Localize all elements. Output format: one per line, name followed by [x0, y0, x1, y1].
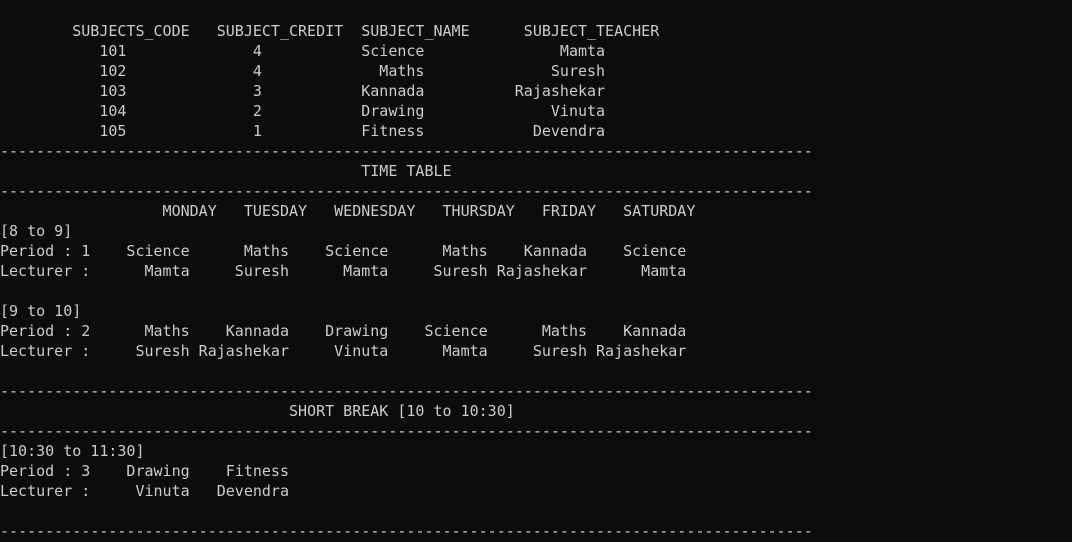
subjects-table-header: SUBJECTS_CODE SUBJECT_CREDIT SUBJECT_NAM… — [0, 22, 660, 40]
weekday-header: MONDAY TUESDAY WEDNESDAY THURSDAY FRIDAY… — [0, 202, 696, 220]
subject-row-101: 101 4 Science Mamta — [0, 42, 606, 60]
period-2-lecturers: Lecturer : Suresh Rajashekar Vinuta Mamt… — [0, 342, 687, 360]
divider: ----------------------------------------… — [0, 422, 813, 440]
period-3-subjects: Period : 3 Drawing Fitness — [0, 462, 289, 480]
slot-time: [10:30 to 11:30] — [0, 442, 145, 460]
subject-row-104: 104 2 Drawing Vinuta — [0, 102, 606, 120]
console-window[interactable]: SUBJECTS_CODE SUBJECT_CREDIT SUBJECT_NAM… — [0, 0, 1072, 542]
period-1-subjects: Period : 1 Science Maths Science Maths K… — [0, 242, 687, 260]
subject-row-103: 103 3 Kannada Rajashekar — [0, 82, 606, 100]
divider: ----------------------------------------… — [0, 182, 813, 200]
period-2-subjects: Period : 2 Maths Kannada Drawing Science… — [0, 322, 687, 340]
slot-time: [9 to 10] — [0, 302, 82, 320]
divider: ----------------------------------------… — [0, 522, 813, 540]
slot-time: [8 to 9] — [0, 222, 73, 240]
subject-row-105: 105 1 Fitness Devendra — [0, 122, 606, 140]
divider: ----------------------------------------… — [0, 142, 813, 160]
subject-row-102: 102 4 Maths Suresh — [0, 62, 606, 80]
short-break-title: SHORT BREAK [10 to 10:30] — [0, 402, 515, 420]
timetable-title: TIME TABLE — [0, 162, 452, 180]
divider: ----------------------------------------… — [0, 382, 813, 400]
period-1-lecturers: Lecturer : Mamta Suresh Mamta Suresh Raj… — [0, 262, 687, 280]
period-3-lecturers: Lecturer : Vinuta Devendra — [0, 482, 289, 500]
